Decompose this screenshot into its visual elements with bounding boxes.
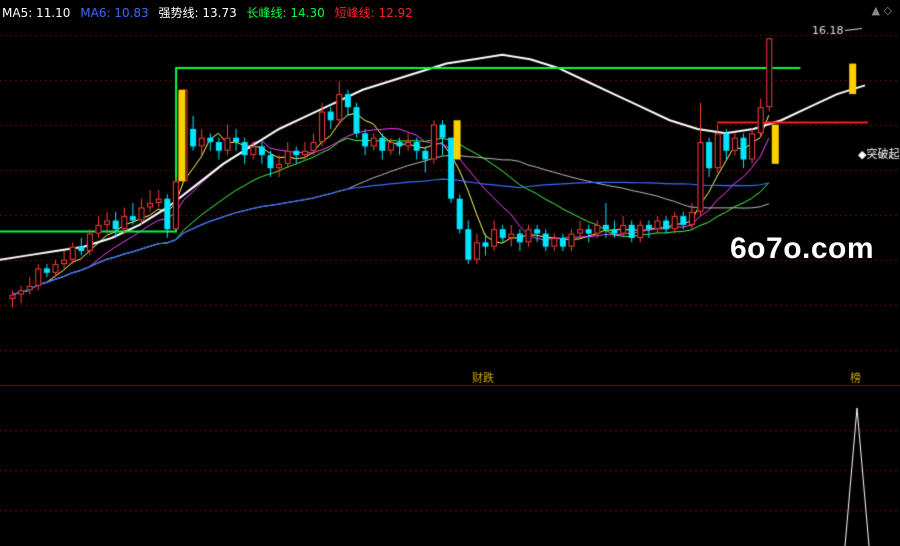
ma6-label: MA6: 10.83 <box>80 6 149 20</box>
long-peak-label: 长峰线: 14.30 <box>246 6 325 20</box>
candlestick-chart[interactable] <box>0 0 900 546</box>
watermark: 6o7o.com <box>730 232 875 265</box>
indicator-legend: MA5: 11.10 MA6: 10.83 强势线: 13.73 长峰线: 14… <box>2 4 419 21</box>
strong-line-label: 强势线: 13.73 <box>158 6 237 20</box>
ma5-label: MA5: 11.10 <box>2 6 71 20</box>
short-peak-label: 短峰线: 12.92 <box>334 6 413 20</box>
triangle-up-icon[interactable]: ▲ <box>872 4 880 17</box>
chart-controls[interactable]: ▲ ◇ <box>872 4 892 17</box>
diamond-icon[interactable]: ◇ <box>884 4 892 17</box>
